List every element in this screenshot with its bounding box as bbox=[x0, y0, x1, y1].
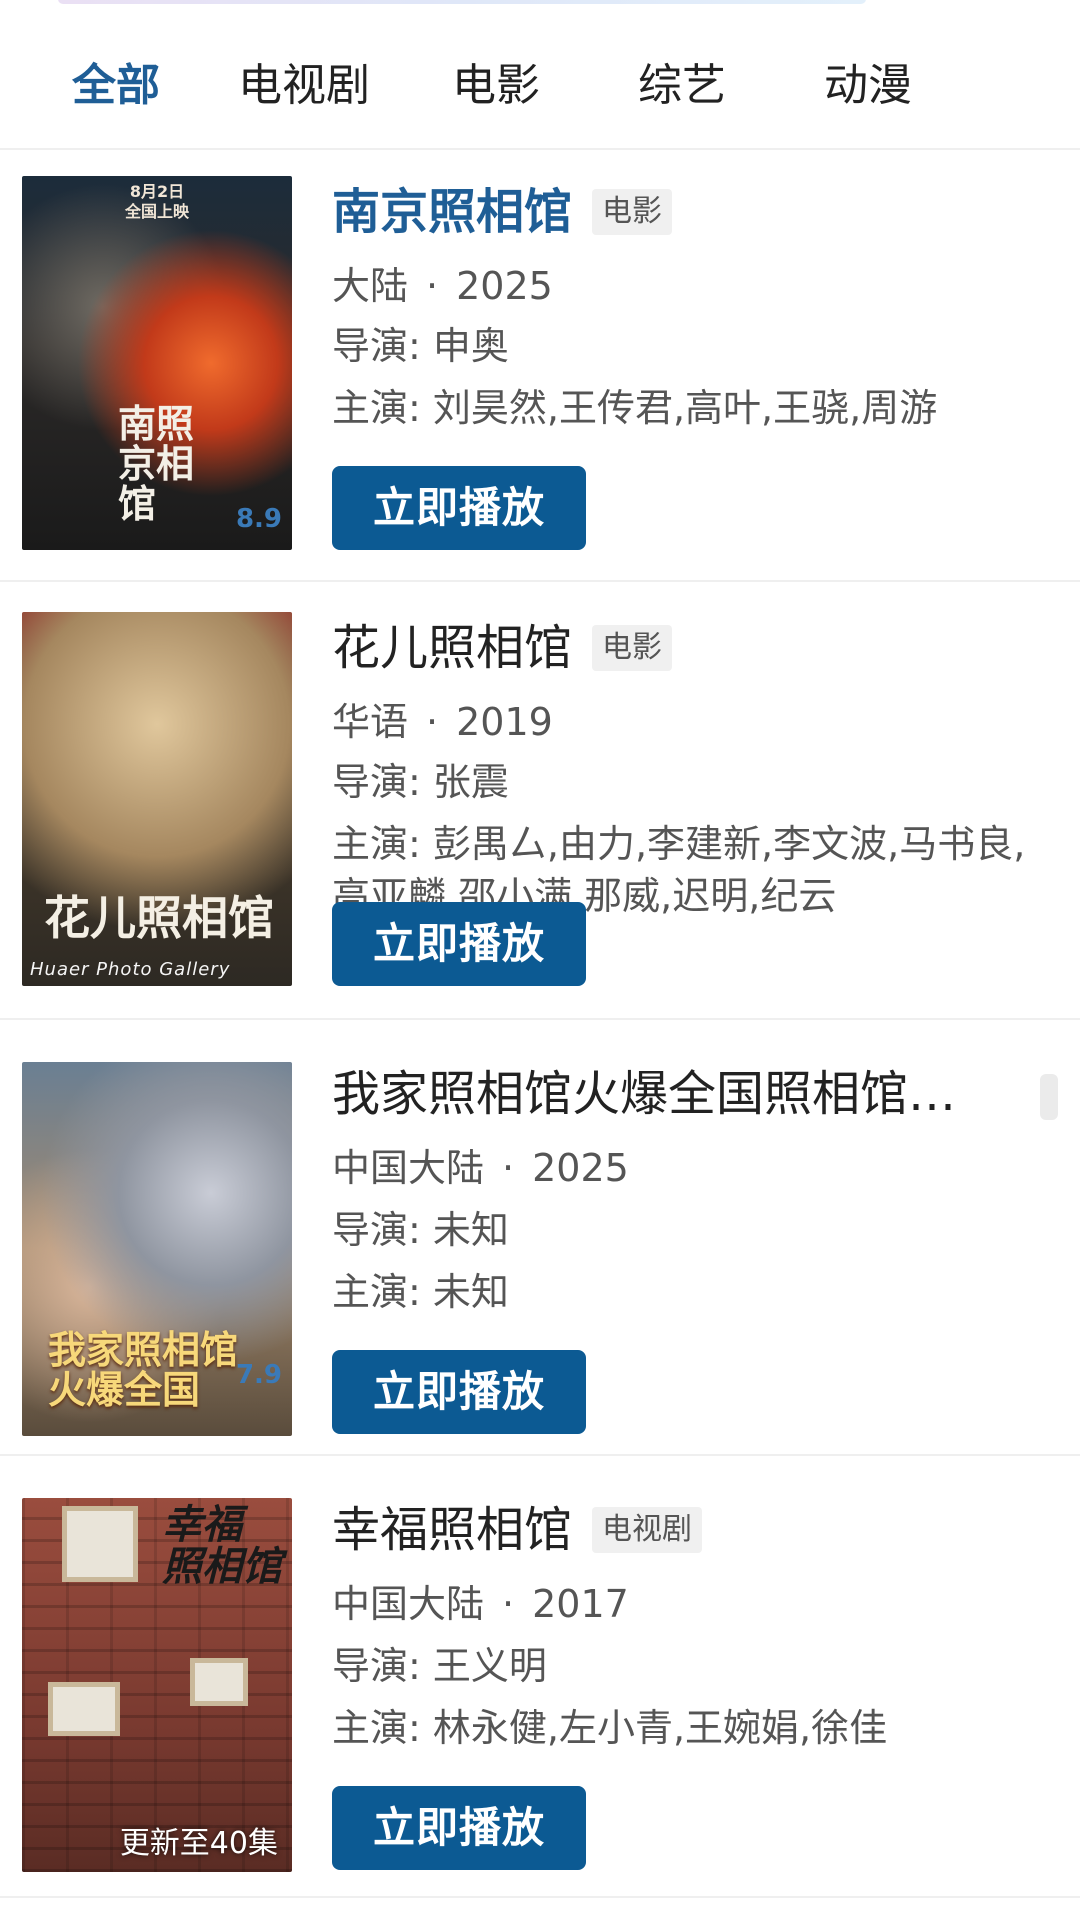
result-item[interactable]: 花儿照相馆 Huaer Photo Gallery 花儿照相馆 电影 华语 · 201… bbox=[0, 582, 1080, 1020]
director: 导演: 王义明 bbox=[332, 1644, 547, 1688]
play-now-button[interactable]: 立即播放 bbox=[332, 1350, 586, 1434]
type-badge: 电影 bbox=[592, 189, 673, 235]
photo-frame bbox=[190, 1658, 248, 1706]
tab-movies[interactable]: 电影 bbox=[452, 56, 540, 116]
tab-anime[interactable]: 动漫 bbox=[824, 56, 912, 116]
director: 导演: 张震 bbox=[332, 760, 509, 804]
poster-subtitle: Huaer Photo Gallery bbox=[30, 959, 231, 980]
director: 导演: 申奥 bbox=[332, 324, 509, 368]
photo-frame bbox=[62, 1506, 138, 1582]
poster-image[interactable]: 花儿照相馆 Huaer Photo Gallery bbox=[22, 612, 292, 986]
type-badge: 电影 bbox=[592, 625, 673, 671]
poster-title-art: 花儿照相馆 bbox=[44, 891, 274, 945]
result-title[interactable]: 我家照相馆火爆全国照相馆… bbox=[332, 1062, 956, 1126]
result-item[interactable]: 8月2日 全国上映 南照 京相 馆 8.9 南京照相馆 电影 大陆 · 2025 导演… bbox=[0, 150, 1080, 582]
photo-frame bbox=[48, 1682, 120, 1736]
year: 2025 bbox=[456, 264, 553, 308]
type-badge: 电视剧 bbox=[592, 1507, 703, 1553]
poster-title-art: 幸福 照相馆 bbox=[162, 1501, 282, 1590]
separator-dot: · bbox=[502, 1582, 515, 1626]
poster-score: 7.9 bbox=[235, 1360, 282, 1390]
region: 华语 bbox=[332, 700, 409, 744]
result-item[interactable]: 我家照相馆 火爆全国 7.9 我家照相馆火爆全国照相馆… 中国大陆 · 2025 导… bbox=[0, 1020, 1080, 1456]
category-tabs: 全部 电视剧 电影 综艺 动漫 bbox=[0, 0, 1080, 150]
year: 2019 bbox=[456, 700, 553, 744]
separator-dot: · bbox=[426, 264, 439, 308]
separator-dot: · bbox=[426, 700, 439, 744]
tab-all[interactable]: 全部 bbox=[72, 56, 160, 116]
year: 2025 bbox=[532, 1146, 629, 1190]
region: 大陆 bbox=[332, 264, 409, 308]
title-row: 花儿照相馆 电影 bbox=[332, 616, 1060, 680]
result-title[interactable]: 幸福照相馆 bbox=[332, 1498, 572, 1562]
play-now-button[interactable]: 立即播放 bbox=[332, 1786, 586, 1870]
title-row: 我家照相馆火爆全国照相馆… bbox=[332, 1062, 1020, 1126]
year: 2017 bbox=[532, 1582, 629, 1626]
poster-title-art: 我家照相馆 火爆全国 bbox=[48, 1327, 239, 1412]
tab-variety[interactable]: 综艺 bbox=[638, 56, 726, 116]
region-year: 中国大陆 · 2017 bbox=[332, 1578, 629, 1630]
cast: 主演: 林永健,左小青,王婉娟,徐佳 bbox=[332, 1706, 888, 1750]
poster-image[interactable]: 幸福 照相馆 更新至40集 bbox=[22, 1498, 292, 1872]
title-row: 南京照相馆 电影 bbox=[332, 180, 1060, 244]
result-item[interactable]: 幸福 照相馆 更新至40集 幸福照相馆 电视剧 中国大陆 · 2017 导演: 王义明… bbox=[0, 1456, 1080, 1898]
cast: 主演: 刘昊然,王传君,高叶,王骁,周游 bbox=[332, 386, 938, 430]
tab-tv-series[interactable]: 电视剧 bbox=[238, 56, 370, 116]
region-year: 大陆 · 2025 bbox=[332, 260, 553, 312]
director: 导演: 未知 bbox=[332, 1208, 509, 1252]
poster-episode-tag: 更新至40集 bbox=[119, 1826, 278, 1861]
region: 中国大陆 bbox=[332, 1582, 485, 1626]
poster-image[interactable]: 我家照相馆 火爆全国 7.9 bbox=[22, 1062, 292, 1436]
title-row: 幸福照相馆 电视剧 bbox=[332, 1498, 1060, 1562]
result-title[interactable]: 南京照相馆 bbox=[332, 180, 572, 244]
poster-title-art: 南照 京相 馆 bbox=[118, 401, 195, 526]
poster-release-date: 8月2日 全国上映 bbox=[124, 182, 189, 221]
scroll-handle[interactable] bbox=[1040, 1074, 1058, 1120]
poster-image[interactable]: 8月2日 全国上映 南照 京相 馆 8.9 bbox=[22, 176, 292, 550]
play-now-button[interactable]: 立即播放 bbox=[332, 466, 586, 550]
result-title[interactable]: 花儿照相馆 bbox=[332, 616, 572, 680]
region-year: 华语 · 2019 bbox=[332, 696, 553, 748]
cast: 主演: 未知 bbox=[332, 1270, 509, 1314]
region: 中国大陆 bbox=[332, 1146, 485, 1190]
separator-dot: · bbox=[502, 1146, 515, 1190]
play-now-button[interactable]: 立即播放 bbox=[332, 902, 586, 986]
poster-score: 8.9 bbox=[235, 504, 282, 534]
region-year: 中国大陆 · 2025 bbox=[332, 1142, 629, 1194]
